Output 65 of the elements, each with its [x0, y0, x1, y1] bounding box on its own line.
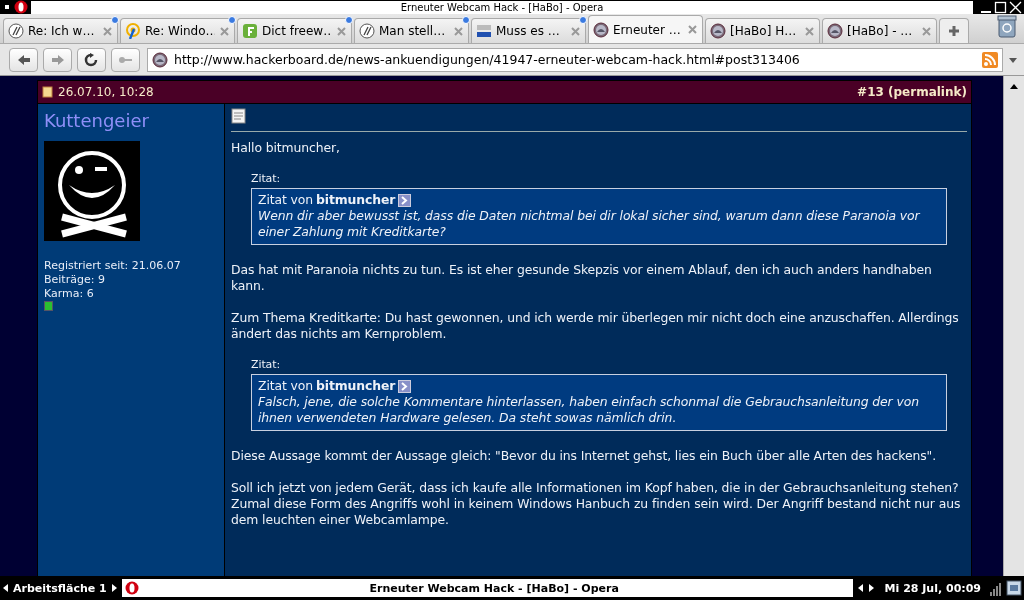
left-arrow-icon[interactable]	[856, 583, 864, 593]
view-post-icon[interactable]	[398, 379, 412, 393]
scroll-up-icon[interactable]	[1009, 82, 1019, 90]
quote-text: Falsch, jene, die solche Kommentare hinterlassen, haben einfach schonmal die Gebrauchsanleitung der von ihnen verwendeten Hardware gelesen. Da steht sowas nämlich drin.	[258, 394, 920, 426]
right-arrow-icon[interactable]	[110, 583, 118, 593]
browser-tab[interactable]: Re: Ich w…	[3, 18, 118, 43]
post-paragraph: Das hat mit Paranoia nichts zu tun. Es ist eher gesunde Skepzis vor einem Ablauf, den ich auch anders handhaben kann.	[231, 262, 933, 294]
browser-tab[interactable]: Dict freew…	[237, 18, 352, 43]
site-icon	[242, 23, 258, 39]
browser-tab[interactable]: [HaBo] H…	[705, 18, 820, 43]
quote-author[interactable]: bitmuncher	[316, 378, 396, 394]
browser-tab[interactable]: Muss es …	[471, 18, 586, 43]
browser-tab[interactable]: Re: Windo…	[120, 18, 235, 43]
maximize-icon[interactable]	[994, 0, 1007, 14]
scrollbar[interactable]	[1003, 76, 1024, 576]
trash-icon[interactable]	[996, 14, 1018, 39]
quote-label: Zitat:	[251, 358, 282, 372]
karma-icon	[44, 301, 53, 311]
user-stat: Karma: 6	[44, 287, 94, 301]
workspace-name[interactable]: Arbeitsfläche 1	[13, 581, 107, 595]
post-paragraph: Hallo bitmuncher,	[231, 140, 341, 156]
plus-icon	[948, 25, 960, 37]
site-icon	[152, 51, 168, 68]
post-date: 26.07.10, 10:28	[58, 85, 154, 99]
site-icon	[359, 23, 375, 39]
post-paragraph: Soll ich jetzt von jedem Gerät, dass ich kaufe alle Informationen im Kopf haben, die in der Gebrauchsanleitung stehen? Zumal diese Form des Angriffs wohl in keinem Windows Hanbuch zu finden sein wird. Der Angriff bestand nicht nur aus dem leuchten einer Webcamlampe.	[231, 480, 962, 528]
quote-text: Wenn dir aber bewusst ist, dass die Daten nichtmal bei dir lokal sicher sind, warum dann diese Paranoia vor einer Zahlung mit Kreditkarte?	[258, 208, 921, 240]
username[interactable]: Kuttengeier	[44, 110, 149, 131]
reload-icon	[83, 52, 100, 67]
site-icon	[476, 23, 492, 39]
site-icon	[8, 23, 24, 39]
quote-source: Zitat von	[258, 378, 314, 394]
user-stat: Beiträge: 9	[44, 273, 105, 287]
back-button[interactable]	[9, 47, 38, 72]
site-icon	[593, 21, 609, 38]
post-paragraph: Zum Thema Kreditkarte: Du hast gewonnen, und ich werde mir überlegen mir nicht doch eine anzuschaffen. Allerdings ändert das nichts am Kernproblem.	[231, 310, 960, 342]
document-icon	[231, 108, 246, 124]
browser-tab[interactable]: Man stell…	[354, 18, 469, 43]
post-paragraph: Diese Aussage kommt der Aussage gleich: "Bevor du ins Internet gehst, lies ein Buch über alle Arten des hackens".	[231, 448, 937, 464]
site-icon	[710, 23, 726, 39]
quote-source: Zitat von	[258, 192, 314, 208]
note-icon	[42, 86, 53, 98]
forward-button[interactable]	[43, 47, 72, 72]
reload-button[interactable]	[77, 47, 106, 72]
right-arrow-icon[interactable]	[867, 583, 875, 593]
view-post-icon[interactable]	[398, 193, 412, 207]
browser-tab[interactable]: Erneuter …	[588, 15, 703, 43]
window-title: Erneuter Webcam Hack - [HaBo] - Opera	[31, 0, 973, 14]
left-arrow-icon[interactable]	[2, 583, 9, 593]
taskbar-window-button[interactable]: Erneuter Webcam Hack - [HaBo] - Opera	[121, 579, 853, 597]
site-icon	[827, 23, 843, 39]
forward-arrow-icon	[49, 52, 66, 67]
site-icon	[125, 23, 141, 39]
dropdown-caret-icon[interactable]	[1008, 55, 1018, 64]
new-tab-button[interactable]	[939, 18, 969, 43]
user-stat: Registriert seit: 21.06.07	[44, 259, 181, 273]
opera-logo-icon	[14, 0, 28, 14]
browser-tab[interactable]: [HaBo] - …	[822, 18, 937, 43]
address-field[interactable]: http://www.hackerboard.de/news-ankuendigungen/41947-erneuter-webcam-hack.html#post313406	[147, 47, 1003, 72]
quote-author[interactable]: bitmuncher	[316, 192, 396, 208]
tray-icon[interactable]	[1006, 579, 1022, 597]
permalink[interactable]: #13 (permalink)	[857, 85, 967, 99]
clock: Mi 28 Jul, 00:09	[884, 581, 981, 595]
opera-logo-icon	[124, 581, 139, 595]
quote-label: Zitat:	[251, 172, 282, 186]
